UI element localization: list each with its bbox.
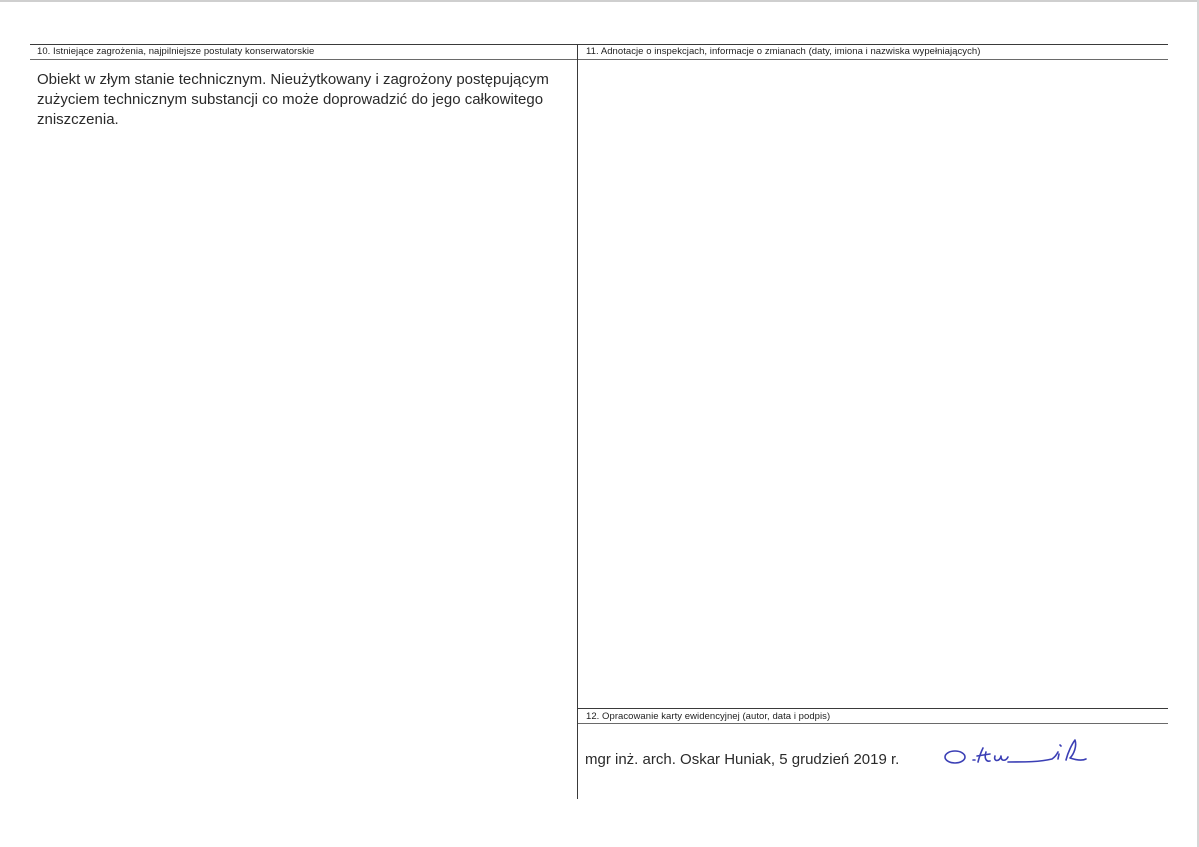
handwritten-signature [944,739,1087,764]
section-11-label: 11. Adnotacje o inspekcjach, informacje … [586,46,981,57]
section-10-top-rule [30,44,578,45]
column-divider [577,44,578,799]
section-12-label-rule [578,723,1168,724]
section-12-label: 12. Opracowanie karty ewidencyjnej (auto… [586,711,831,722]
section-10-text: Obiekt w złym stanie technicznym. Nieuży… [37,71,549,128]
section-10-label-rule [30,59,578,60]
section-11-top-rule [578,44,1168,45]
author-and-date: mgr inż. arch. Oskar Huniak, 5 grudzień … [585,751,900,768]
section-12-top-rule [578,708,1168,709]
section-11-label-rule [578,59,1168,60]
page-top-edge [0,0,1199,2]
section-10-label: 10. Istniejące zagrożenia, najpilniejsze… [37,46,315,57]
